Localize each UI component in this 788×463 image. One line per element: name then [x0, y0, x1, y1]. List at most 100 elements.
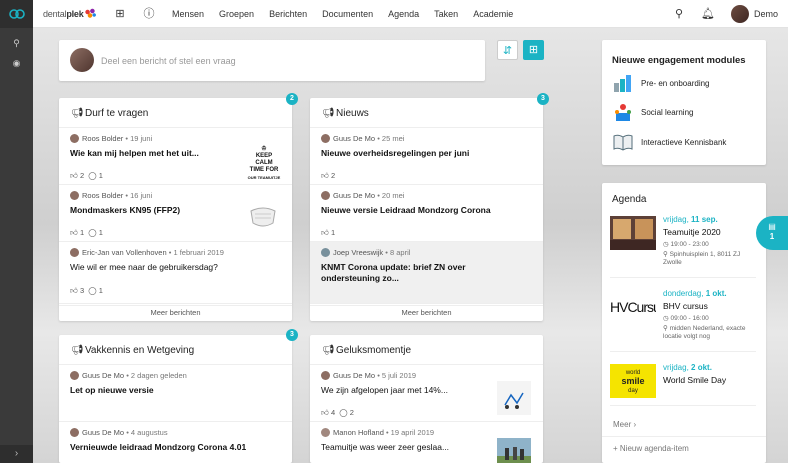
- team-photo-thumbnail: [497, 381, 531, 415]
- module-kennisbank[interactable]: Interactieve Kennisbank: [612, 132, 752, 152]
- agenda-item[interactable]: vrijdag, 11 sep. Teamuitje 2020 ◷ 19:00 …: [610, 214, 756, 278]
- megaphone-icon: 📢︎: [71, 108, 84, 119]
- social-learning-icon: [612, 102, 634, 122]
- expand-sidebar-icon[interactable]: ›: [0, 445, 33, 463]
- group-card-geluksmomentje: 📢︎Geluksmomentje Guus De Mo • 5 juli 201…: [310, 335, 543, 463]
- card-title[interactable]: 📢︎Vakkennis en Wetgeving: [71, 345, 194, 356]
- new-agenda-item-button[interactable]: + Nieuw agenda-item: [613, 444, 689, 453]
- chevron-right-icon: ›: [633, 420, 637, 429]
- panel-title: Nieuwe engagement modules: [612, 55, 746, 66]
- comment-icon[interactable]: ◯: [88, 228, 96, 237]
- like-icon[interactable]: 👍︎: [321, 171, 329, 180]
- avatar[interactable]: [731, 5, 749, 23]
- list-item[interactable]: Guus De Mo • 4 augustus Vernieuwde leidr…: [59, 422, 292, 463]
- top-bar: dentalplek ⊞ ⓘ Mensen Groepen Berichten …: [33, 0, 788, 28]
- avatar: [321, 428, 330, 437]
- agenda-item[interactable]: world smile day vrijdag, 2 okt. World Smil…: [610, 362, 756, 406]
- agenda-panel: Agenda vrijdag, 11 sep. Teamuitje 2020 ◷…: [602, 183, 766, 463]
- tasks-float-button[interactable]: ▤ 1: [756, 216, 788, 250]
- module-social-learning[interactable]: Social learning: [612, 102, 752, 122]
- card-title[interactable]: 📢︎Nieuws: [322, 108, 369, 119]
- list-item[interactable]: Guus De Mo • 2 dagen geleden Let op nieu…: [59, 365, 292, 422]
- like-icon[interactable]: 👍︎: [70, 228, 78, 237]
- clipboard-icon: ▤: [768, 222, 776, 231]
- main-nav: Mensen Groepen Berichten Documenten Agen…: [172, 9, 528, 19]
- crown-icon: ♔: [261, 146, 267, 152]
- face-mask-thumbnail: [246, 199, 280, 233]
- like-icon[interactable]: 👍︎: [321, 228, 329, 237]
- list-item[interactable]: Guus De Mo • 25 mei Nieuwe overheidsrege…: [310, 128, 543, 185]
- info-icon[interactable]: ⓘ: [142, 7, 156, 21]
- explore-icon[interactable]: ◉: [0, 58, 33, 69]
- unread-badge: 3: [286, 329, 298, 341]
- like-icon[interactable]: 👍︎: [321, 408, 329, 417]
- megaphone-icon: 📢︎: [322, 345, 335, 356]
- sort-icon: ⇵: [502, 45, 513, 57]
- nav-berichten[interactable]: Berichten: [269, 9, 307, 19]
- like-icon[interactable]: 👍︎: [70, 286, 78, 295]
- engagement-modules-panel: Nieuwe engagement modules Pre- en onboar…: [602, 40, 766, 165]
- search-icon[interactable]: ⚲: [0, 38, 33, 49]
- apps-grid-icon[interactable]: ⊞: [113, 7, 127, 21]
- card-title[interactable]: 📢︎Geluksmomentje: [322, 345, 411, 356]
- nav-documenten[interactable]: Documenten: [322, 9, 373, 19]
- user-name[interactable]: Demo: [754, 9, 778, 19]
- module-pre-onboarding[interactable]: Pre- en onboarding: [612, 73, 752, 93]
- agenda-item[interactable]: HVCursu donderdag, 1 okt. BHV cursus ◷ 0…: [610, 288, 756, 352]
- avatar: [70, 248, 79, 257]
- grid-view-button[interactable]: ⊞: [523, 40, 544, 60]
- clock-icon: ◷: [663, 315, 669, 322]
- unread-badge: 2: [286, 93, 298, 105]
- brand-logo[interactable]: dentalplek: [43, 8, 96, 19]
- clock-icon: ◷: [663, 241, 669, 248]
- avatar: [70, 428, 79, 437]
- composer-placeholder[interactable]: Deel een bericht of stel een vraag: [101, 56, 236, 66]
- app-logo-icon[interactable]: [0, 0, 33, 28]
- team-outing-thumbnail: [497, 438, 531, 463]
- more-posts-link[interactable]: Meer berichten: [310, 305, 543, 319]
- grid-icon: ⊞: [528, 44, 539, 56]
- list-item[interactable]: Guus De Mo • 20 mei Nieuwe versie Leidra…: [310, 185, 543, 242]
- nav-mensen[interactable]: Mensen: [172, 9, 204, 19]
- nav-groepen[interactable]: Groepen: [219, 9, 254, 19]
- agenda-more-link[interactable]: Meer ›: [613, 420, 636, 429]
- nav-taken[interactable]: Taken: [434, 9, 458, 19]
- location-icon: ⚲: [663, 251, 668, 258]
- card-title[interactable]: 📢︎Durf te vragen: [71, 108, 148, 119]
- sort-button[interactable]: ⇵: [497, 40, 518, 60]
- book-icon: [612, 132, 634, 152]
- unread-badge: 3: [537, 93, 549, 105]
- group-card-durf-te-vragen: 📢︎Durf te vragen Roos Bolder • 19 juni W…: [59, 98, 292, 321]
- avatar: [70, 48, 94, 72]
- comment-icon[interactable]: ◯: [88, 171, 96, 180]
- plus-icon: +: [613, 444, 618, 453]
- avatar: [70, 134, 79, 143]
- search-icon[interactable]: ⚲: [672, 7, 686, 21]
- avatar: [321, 191, 330, 200]
- left-rail: ⚲ ◉ ›: [0, 0, 33, 463]
- group-card-nieuws: 📢︎Nieuws Guus De Mo • 25 mei Nieuwe over…: [310, 98, 543, 321]
- bell-icon[interactable]: 🔔︎: [701, 7, 715, 21]
- bhv-logo: HVCursu: [610, 299, 656, 315]
- like-icon[interactable]: 👍︎: [70, 171, 78, 180]
- comment-icon[interactable]: ◯: [339, 408, 347, 417]
- comment-icon[interactable]: ◯: [88, 286, 96, 295]
- megaphone-icon: 📢︎: [322, 108, 335, 119]
- world-smile-logo: world smile day: [610, 364, 656, 398]
- nav-academie[interactable]: Academie: [473, 9, 513, 19]
- list-item[interactable]: Eric-Jan van Vollenhoven • 1 februari 20…: [59, 242, 292, 304]
- more-posts-link[interactable]: Meer berichten: [59, 305, 292, 319]
- keep-calm-thumbnail: ♔ KEEP CALM TIME FOR OUR TEAMUITJE: [247, 146, 281, 180]
- nav-agenda[interactable]: Agenda: [388, 9, 419, 19]
- list-item[interactable]: Roos Bolder • 16 juni Mondmaskers KN95 (…: [59, 185, 292, 242]
- list-item[interactable]: Manon Hofland • 19 april 2019 Teamuitje …: [310, 422, 543, 463]
- list-item[interactable]: Roos Bolder • 19 juni Wie kan mij helpen…: [59, 128, 292, 185]
- list-item[interactable]: Joep Vreeswijk • 8 april KNMT Corona upd…: [310, 242, 543, 304]
- list-item[interactable]: Guus De Mo • 5 juli 2019 We zijn afgelop…: [310, 365, 543, 422]
- post-composer[interactable]: Deel een bericht of stel een vraag: [59, 40, 485, 81]
- avatar: [321, 371, 330, 380]
- onboarding-icon: [612, 73, 634, 93]
- avatar: [70, 191, 79, 200]
- panel-title: Agenda: [612, 194, 647, 205]
- event-photo: [610, 216, 656, 250]
